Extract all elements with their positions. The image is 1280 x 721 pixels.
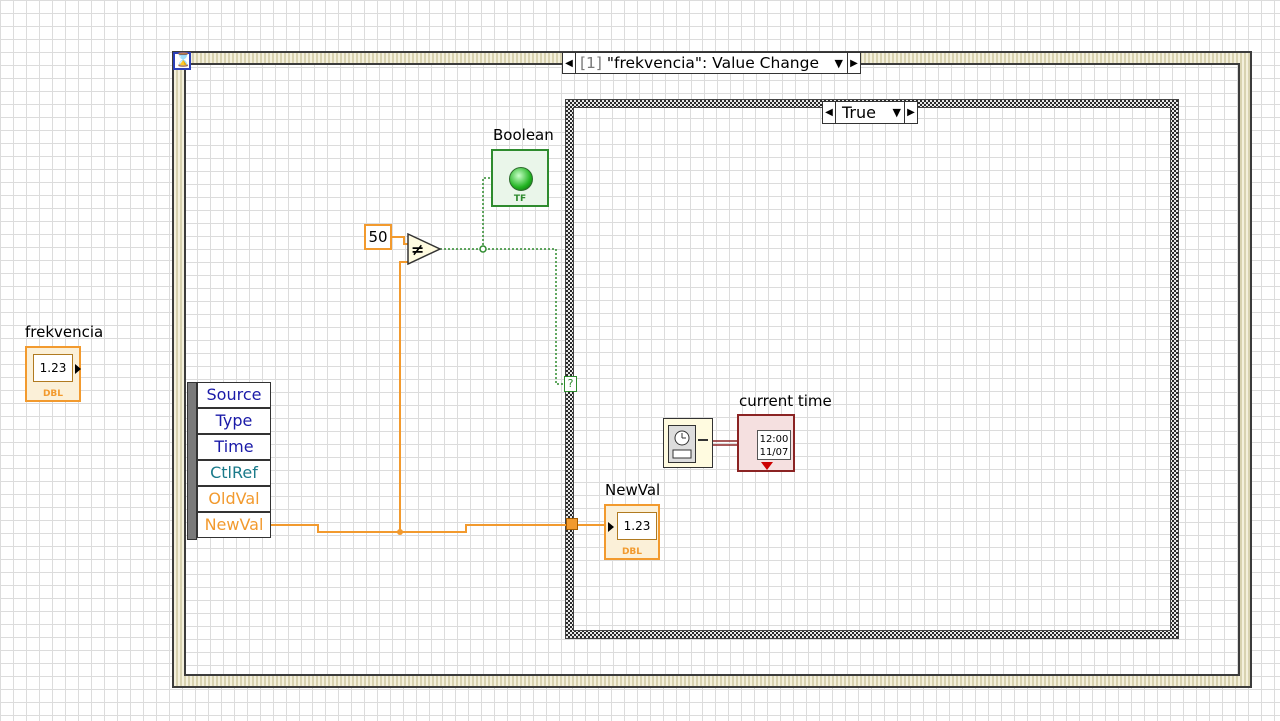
event-data-item[interactable]: NewVal (197, 512, 271, 538)
led-icon (509, 167, 533, 191)
event-data-item[interactable]: Time (197, 434, 271, 460)
newval-indicator-terminal[interactable]: 1.23 DBL (604, 504, 660, 560)
svg-text:≠: ≠ (411, 240, 424, 259)
boolean-type-tag: TF (513, 194, 527, 204)
clock-icon (668, 425, 696, 463)
newval-display: 1.23 (617, 512, 657, 540)
current-time-indicator-terminal[interactable]: 12:00 11/07 (737, 414, 795, 472)
newval-wire (271, 524, 566, 533)
branch-wire-to-compare (399, 261, 410, 532)
boolean-label: Boolean (493, 126, 554, 144)
wire-junction (397, 529, 403, 535)
timestamp-date: 11/07 (759, 447, 789, 458)
boolean-indicator-terminal[interactable]: TF (491, 149, 549, 207)
case-selector-terminal[interactable]: ? (564, 376, 577, 392)
event-data-item[interactable]: Source (197, 382, 271, 408)
timestamp-wire (713, 440, 740, 446)
current-time-label: current time (739, 392, 832, 410)
boolean-wire (440, 177, 564, 385)
event-data-node-handle[interactable] (187, 382, 197, 540)
event-data-item[interactable]: CtlRef (197, 460, 271, 486)
wires-layer (271, 177, 740, 535)
get-date-time-function[interactable] (663, 418, 713, 468)
event-data-item[interactable]: OldVal (197, 486, 271, 512)
case-input-tunnel[interactable] (566, 518, 578, 530)
input-arrow-icon (608, 522, 614, 532)
wire-junction (479, 245, 487, 253)
compare-to-case-wire (440, 248, 564, 385)
timestamp-display: 12:00 11/07 (757, 430, 791, 460)
newval-label: NewVal (605, 481, 661, 499)
event-data-item[interactable]: Type (197, 408, 271, 434)
event-data-node[interactable]: Source Type Time CtlRef OldVal NewVal (187, 382, 271, 540)
not-equal-icon[interactable]: ≠ (407, 233, 443, 265)
timestamp-marker-icon (761, 462, 773, 470)
numeric-constant[interactable]: 50 (364, 224, 392, 250)
timestamp-time: 12:00 (759, 434, 789, 445)
dbl-type-tag: DBL (621, 547, 643, 557)
output-arrow-icon (698, 439, 708, 449)
dbl-wire (271, 236, 605, 533)
